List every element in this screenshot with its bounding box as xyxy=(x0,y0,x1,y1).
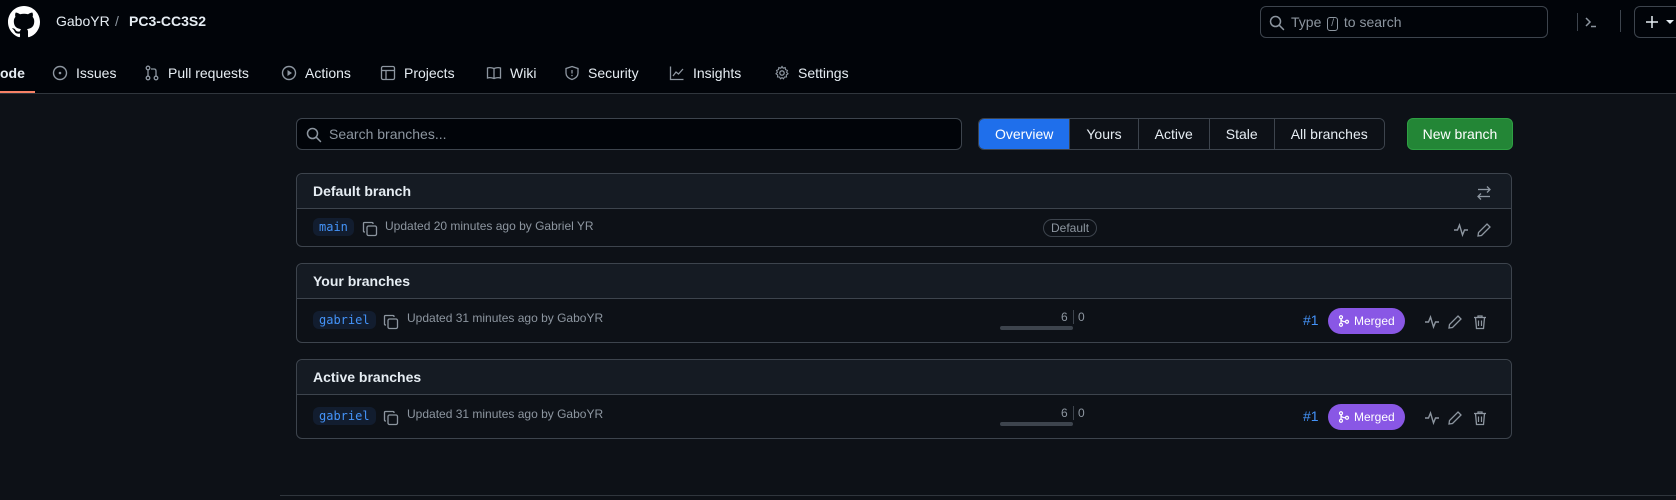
pull-request-link[interactable]: #1 xyxy=(1303,312,1319,328)
pull-request-link[interactable]: #1 xyxy=(1303,408,1319,424)
updated-text: Updated 20 minutes ago by Gabriel YR xyxy=(385,219,594,233)
pull-request-icon xyxy=(145,65,159,81)
activity-icon[interactable] xyxy=(1453,222,1469,238)
activity-icon[interactable] xyxy=(1424,314,1440,330)
new-branch-button[interactable]: New branch xyxy=(1407,118,1513,150)
merged-status-badge[interactable]: Merged xyxy=(1328,404,1405,430)
search-divider xyxy=(1577,13,1578,31)
tab-settings[interactable]: Settings xyxy=(774,52,849,94)
ahead-behind-divider xyxy=(1073,310,1074,324)
graph-icon xyxy=(669,66,684,81)
filter-overview[interactable]: Overview xyxy=(979,119,1070,149)
branch-search-placeholder: Search branches... xyxy=(329,126,447,142)
tab-label: Projects xyxy=(404,65,455,81)
slash-key-hint: / xyxy=(1327,17,1339,31)
merged-label: Merged xyxy=(1354,410,1395,424)
branch-search-input[interactable]: Search branches... xyxy=(296,118,962,150)
breadcrumb-separator: / xyxy=(115,13,119,29)
trash-icon[interactable] xyxy=(1472,410,1488,426)
edit-pencil-icon[interactable] xyxy=(1447,314,1463,330)
tab-actions[interactable]: Actions xyxy=(281,52,351,94)
create-new-button[interactable] xyxy=(1634,6,1676,38)
active-tab-underline xyxy=(0,91,35,93)
section-title: Default branch xyxy=(313,183,412,199)
behind-count: 6 xyxy=(1061,310,1068,324)
branch-name-link[interactable]: gabriel xyxy=(313,407,376,425)
filter-all-branches[interactable]: All branches xyxy=(1273,119,1384,149)
tab-security[interactable]: Security xyxy=(564,52,639,94)
ahead-behind-divider xyxy=(1073,406,1074,420)
section-title: Your branches xyxy=(313,273,410,289)
tab-label: Pull requests xyxy=(168,65,249,81)
plus-icon xyxy=(1646,16,1658,28)
tab-label: Insights xyxy=(693,65,742,81)
filter-active[interactable]: Active xyxy=(1137,119,1209,149)
updated-text: Updated 31 minutes ago by GaboYR xyxy=(407,407,604,421)
tab-pull-requests[interactable]: Pull requests xyxy=(144,52,249,94)
active-branches-section: Active branches gabriel Updated 31 minut… xyxy=(296,359,1512,439)
section-header: Your branches xyxy=(297,264,1511,299)
issue-icon xyxy=(52,65,68,81)
repo-name-link[interactable]: PC3-CC3S2 xyxy=(129,13,206,29)
copy-icon[interactable] xyxy=(383,410,399,426)
ahead-count: 0 xyxy=(1078,406,1085,420)
tab-insights[interactable]: Insights xyxy=(669,52,741,94)
search-icon xyxy=(306,127,322,143)
header-divider xyxy=(1620,10,1621,32)
merge-icon xyxy=(1338,411,1350,423)
tab-label: Settings xyxy=(798,65,849,81)
book-icon xyxy=(486,66,502,80)
tab-code[interactable]: ode xyxy=(0,52,25,94)
your-branches-section: Your branches gabriel Updated 31 minutes… xyxy=(296,263,1512,343)
ahead-count: 0 xyxy=(1078,310,1085,324)
tab-label: Actions xyxy=(305,65,351,81)
switch-default-branch-icon[interactable] xyxy=(1476,185,1492,201)
tab-label: Security xyxy=(588,65,639,81)
table-icon xyxy=(380,65,396,81)
edit-pencil-icon[interactable] xyxy=(1476,222,1492,238)
search-icon xyxy=(1269,15,1285,31)
activity-icon[interactable] xyxy=(1424,410,1440,426)
section-header: Default branch xyxy=(297,174,1511,209)
github-logo-icon[interactable] xyxy=(8,6,40,38)
chevron-down-icon xyxy=(1666,20,1674,24)
tab-projects[interactable]: Projects xyxy=(380,52,455,94)
trash-icon[interactable] xyxy=(1472,314,1488,330)
copy-icon[interactable] xyxy=(383,314,399,330)
footer-divider xyxy=(280,495,1676,496)
branch-filter-tabs: Overview Yours Active Stale All branches xyxy=(978,118,1385,150)
updated-text: Updated 31 minutes ago by GaboYR xyxy=(407,311,604,325)
gear-icon xyxy=(775,65,789,80)
branch-name-link[interactable]: main xyxy=(313,218,354,236)
default-branch-section: Default branch main Updated 20 minutes a… xyxy=(296,173,1512,247)
tab-label: Issues xyxy=(76,65,117,81)
tab-issues[interactable]: Issues xyxy=(52,52,116,94)
branch-name-link[interactable]: gabriel xyxy=(313,311,376,329)
tab-label: ode xyxy=(0,65,25,81)
edit-pencil-icon[interactable] xyxy=(1447,410,1463,426)
play-icon xyxy=(281,65,297,81)
tab-label: Wiki xyxy=(510,65,537,81)
filter-yours[interactable]: Yours xyxy=(1069,119,1138,149)
merge-icon xyxy=(1338,315,1350,327)
merged-status-badge[interactable]: Merged xyxy=(1328,308,1405,334)
repo-owner-link[interactable]: GaboYR xyxy=(56,13,110,29)
filter-stale[interactable]: Stale xyxy=(1208,119,1274,149)
section-title: Active branches xyxy=(313,369,422,385)
command-palette-icon[interactable] xyxy=(1583,14,1599,30)
default-badge: Default xyxy=(1043,219,1098,237)
shield-icon xyxy=(565,65,579,81)
behind-count: 6 xyxy=(1061,406,1068,420)
global-search-input[interactable]: Type / to search xyxy=(1260,6,1596,38)
behind-bar xyxy=(1000,326,1073,330)
global-search-placeholder: Type / to search xyxy=(1291,14,1402,31)
behind-bar xyxy=(1000,422,1073,426)
copy-icon[interactable] xyxy=(362,221,378,237)
tab-wiki[interactable]: Wiki xyxy=(486,52,536,94)
merged-label: Merged xyxy=(1354,314,1395,328)
section-header: Active branches xyxy=(297,360,1511,395)
